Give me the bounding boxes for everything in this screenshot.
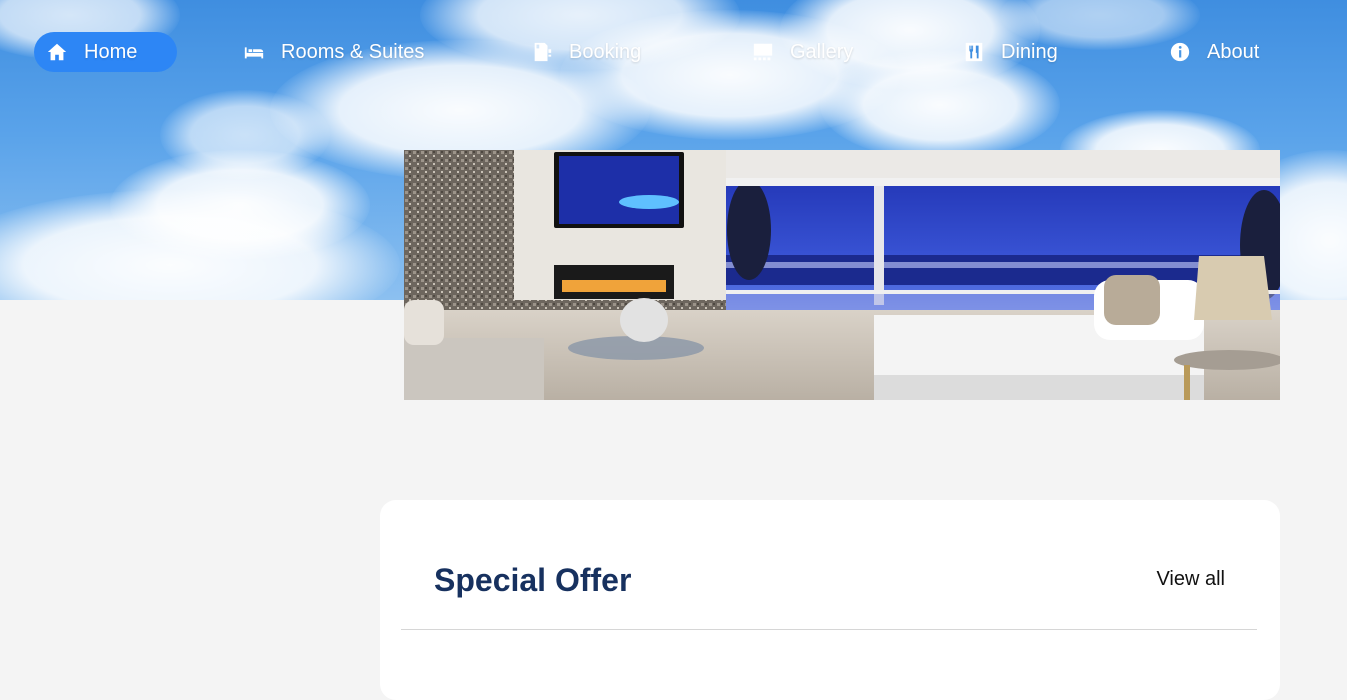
booking-icon: [531, 41, 553, 63]
home-icon: [46, 41, 68, 63]
nav-item-booking[interactable]: Booking: [531, 32, 641, 72]
nav-item-label: Booking: [569, 40, 642, 63]
bed-icon: [243, 41, 265, 63]
main-nav: Home Rooms & Suites Booking Gallery Dini…: [0, 30, 1347, 76]
nav-item-label: About: [1207, 40, 1260, 63]
nav-item-about[interactable]: About: [1169, 32, 1259, 72]
nav-item-label: Gallery: [790, 40, 854, 63]
nav-item-dining[interactable]: Dining: [963, 32, 1058, 72]
nav-item-gallery[interactable]: Gallery: [752, 32, 853, 72]
special-offer-card: Special Offer View all: [380, 500, 1280, 700]
view-all-link[interactable]: View all: [1156, 568, 1225, 591]
nav-item-label: Rooms & Suites: [281, 40, 425, 63]
gallery-icon: [752, 41, 774, 63]
nav-item-home[interactable]: Home: [34, 32, 178, 72]
nav-item-label: Home: [84, 40, 138, 63]
nav-item-label: Dining: [1001, 40, 1058, 63]
dining-icon: [963, 41, 985, 63]
hero-room-image: [404, 150, 1280, 400]
section-title: Special Offer: [434, 562, 632, 598]
info-icon: [1169, 41, 1191, 63]
section-divider: [401, 629, 1257, 630]
nav-item-rooms-suites[interactable]: Rooms & Suites: [243, 32, 424, 72]
